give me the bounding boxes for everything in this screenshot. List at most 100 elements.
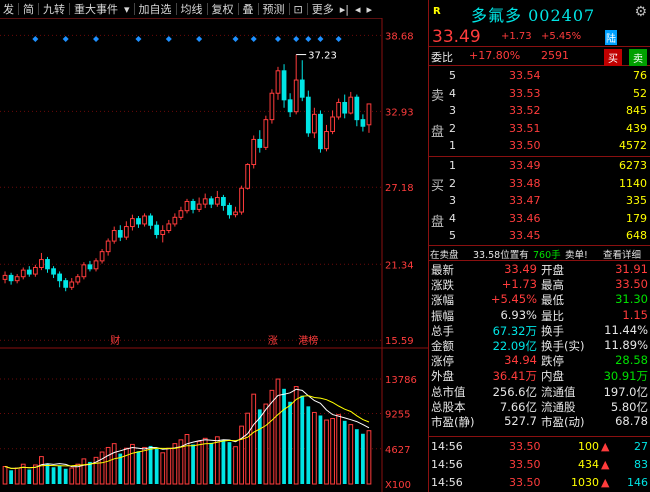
tick-list[interactable]: 14:56 33.50 100 ▲ 27 14:56 33.50 434 ▲ 83 14:56 33.… bbox=[429, 437, 650, 491]
gear-icon[interactable]: ⚙ bbox=[634, 4, 647, 20]
stats-row: 总市值 256.6亿 流通值 197.0亿 bbox=[429, 384, 650, 399]
volume-bar bbox=[300, 395, 305, 484]
book-volume: 6273 bbox=[619, 159, 647, 172]
volume-bar bbox=[202, 437, 208, 485]
scroll-right-icon[interactable]: ▸ bbox=[364, 3, 376, 16]
volume-bar bbox=[99, 451, 105, 485]
toolbar-dropdown-icon[interactable]: ▾ bbox=[121, 3, 133, 16]
book-volume: 648 bbox=[626, 229, 647, 243]
stats-row: 振幅 6.93% 量比 1.15 bbox=[429, 308, 650, 323]
stat-label: 外盘 bbox=[431, 369, 454, 384]
toolbar-jian-button[interactable]: 简 bbox=[20, 1, 37, 17]
toolbar-fa-button[interactable]: 发 bbox=[0, 1, 17, 17]
stat-value: 22.09亿 bbox=[492, 338, 537, 353]
price-tick-label: 27.18 bbox=[385, 183, 414, 194]
buy-button[interactable]: 买 bbox=[604, 49, 622, 66]
book-row[interactable]: 4 33.46 179 bbox=[429, 209, 650, 227]
toolbar-adjust-button[interactable]: 复权 bbox=[209, 1, 237, 17]
tick-row[interactable]: 14:56 33.50 434 ▲ 83 bbox=[429, 455, 650, 473]
volume-bar bbox=[233, 446, 238, 485]
toolbar-divider bbox=[288, 3, 290, 15]
toolbar-more-button[interactable]: 更多 bbox=[309, 1, 337, 17]
volume-tick-label: 13786 bbox=[385, 375, 417, 386]
volume-bar bbox=[142, 446, 147, 485]
toolbar-add-watchlist-button[interactable]: 加自选 bbox=[136, 1, 175, 17]
candle-body bbox=[99, 251, 105, 262]
book-row[interactable]: 2 33.51 439 bbox=[429, 119, 650, 137]
volume-bar bbox=[354, 429, 359, 484]
stat-label: 开盘 bbox=[541, 263, 564, 277]
stats-row: 最新 33.49 开盘 31.91 bbox=[429, 262, 650, 277]
stats-row: 总股本 7.66亿 流通股 5.80亿 bbox=[429, 399, 650, 414]
kline-chart-canvas[interactable]: 38.68 32.93 27.18 21.34 15.59 13786 9255 4627 X1… bbox=[0, 18, 428, 492]
candle-body bbox=[69, 281, 75, 288]
stat-value: 28.58 bbox=[615, 353, 648, 368]
scroll-left-icon[interactable]: ◂ bbox=[352, 3, 364, 16]
up-arrow-icon: ▲ bbox=[601, 440, 610, 453]
up-arrow-icon: ▲ bbox=[601, 476, 610, 489]
volume-bar bbox=[57, 465, 62, 484]
tick-count: 146 bbox=[627, 476, 648, 489]
book-price: 33.50 bbox=[509, 139, 541, 153]
candle-body bbox=[26, 269, 32, 275]
kline-chart[interactable]: 38.68 32.93 27.18 21.34 15.59 13786 9255 4627 X1… bbox=[0, 18, 428, 492]
volume-bar bbox=[154, 448, 159, 484]
toolbar-forecast-button[interactable]: 预测 bbox=[260, 1, 288, 17]
stat-value: 1.15 bbox=[622, 307, 648, 322]
book-row[interactable]: 5 33.45 648 bbox=[429, 226, 650, 244]
candle-body bbox=[117, 230, 123, 238]
candle-body bbox=[32, 266, 38, 275]
toolbar-divider bbox=[257, 3, 259, 15]
toolbar-ma-button[interactable]: 均线 bbox=[178, 1, 206, 17]
book-row[interactable]: 3 33.52 845 bbox=[429, 101, 650, 119]
side-char-glyph: 盘 bbox=[431, 125, 445, 140]
event-diamond-icon bbox=[196, 36, 203, 42]
toolbar-major-events-button[interactable]: 重大事件 bbox=[71, 1, 121, 17]
stat-value: 7.66亿 bbox=[499, 399, 537, 414]
stat-label: 市盈(静) bbox=[431, 414, 475, 429]
book-level: 5 bbox=[449, 229, 456, 243]
event-diamond-icon bbox=[274, 36, 281, 42]
tick-row[interactable]: 14:56 33.50 1030 ▲ 146 bbox=[429, 473, 650, 491]
tick-row[interactable]: 14:56 33.50 100 ▲ 27 bbox=[429, 437, 650, 455]
book-row[interactable]: 1 33.49 6273 bbox=[429, 156, 650, 174]
toolbar-overlay-button[interactable]: 叠 bbox=[240, 1, 257, 17]
toolbar-divider bbox=[18, 3, 19, 15]
lock-icon[interactable]: ⊡ bbox=[291, 3, 306, 16]
book-row[interactable]: 2 33.48 1140 bbox=[429, 174, 650, 192]
side-char-glyph: 买 bbox=[431, 179, 445, 194]
price-tick-label: 32.93 bbox=[385, 107, 414, 118]
book-row[interactable]: 1 33.50 4572 bbox=[429, 136, 650, 154]
candle-body bbox=[251, 138, 257, 166]
volume-tick-label: 4627 bbox=[385, 445, 410, 456]
order-ratio-label: 委比 bbox=[431, 51, 453, 64]
book-level: 2 bbox=[449, 121, 456, 135]
view-details-link[interactable]: 查看详细 bbox=[603, 247, 641, 261]
candle-body bbox=[275, 70, 281, 94]
candle-body bbox=[227, 204, 232, 216]
book-row[interactable]: 5 33.54 76 bbox=[429, 66, 650, 84]
sell-button[interactable]: 卖 bbox=[629, 49, 647, 66]
volume-bar bbox=[251, 393, 257, 485]
stat-value: 31.30 bbox=[615, 292, 648, 307]
volume-bar bbox=[130, 443, 135, 485]
volume-bar bbox=[160, 452, 166, 485]
book-row[interactable]: 4 33.53 52 bbox=[429, 84, 650, 102]
volume-bar bbox=[148, 445, 153, 484]
candle-body bbox=[2, 274, 8, 280]
panel-toggle-icon[interactable]: ▸| bbox=[337, 3, 352, 16]
book-price: 33.51 bbox=[509, 121, 541, 135]
toolbar-jiuzhuan-button[interactable]: 九转 bbox=[40, 1, 68, 17]
volume-bar bbox=[330, 418, 335, 485]
max-price-label: 37.23 bbox=[308, 51, 337, 62]
tick-time: 14:56 bbox=[431, 476, 463, 489]
price-change-pct: +5.45% bbox=[541, 31, 582, 42]
book-volume: 1140 bbox=[619, 176, 647, 190]
tick-volume: 1030 bbox=[571, 476, 599, 489]
big-order-notice[interactable]: 在卖盘 33.58位置有 760手 卖单! 查看详细 bbox=[429, 246, 650, 261]
order-ratio-value: +17.80% bbox=[469, 49, 521, 62]
book-row[interactable]: 3 33.47 335 bbox=[429, 191, 650, 209]
candle-body bbox=[142, 215, 147, 225]
stat-value: 31.91 bbox=[615, 262, 648, 276]
volume-bar bbox=[361, 433, 365, 484]
